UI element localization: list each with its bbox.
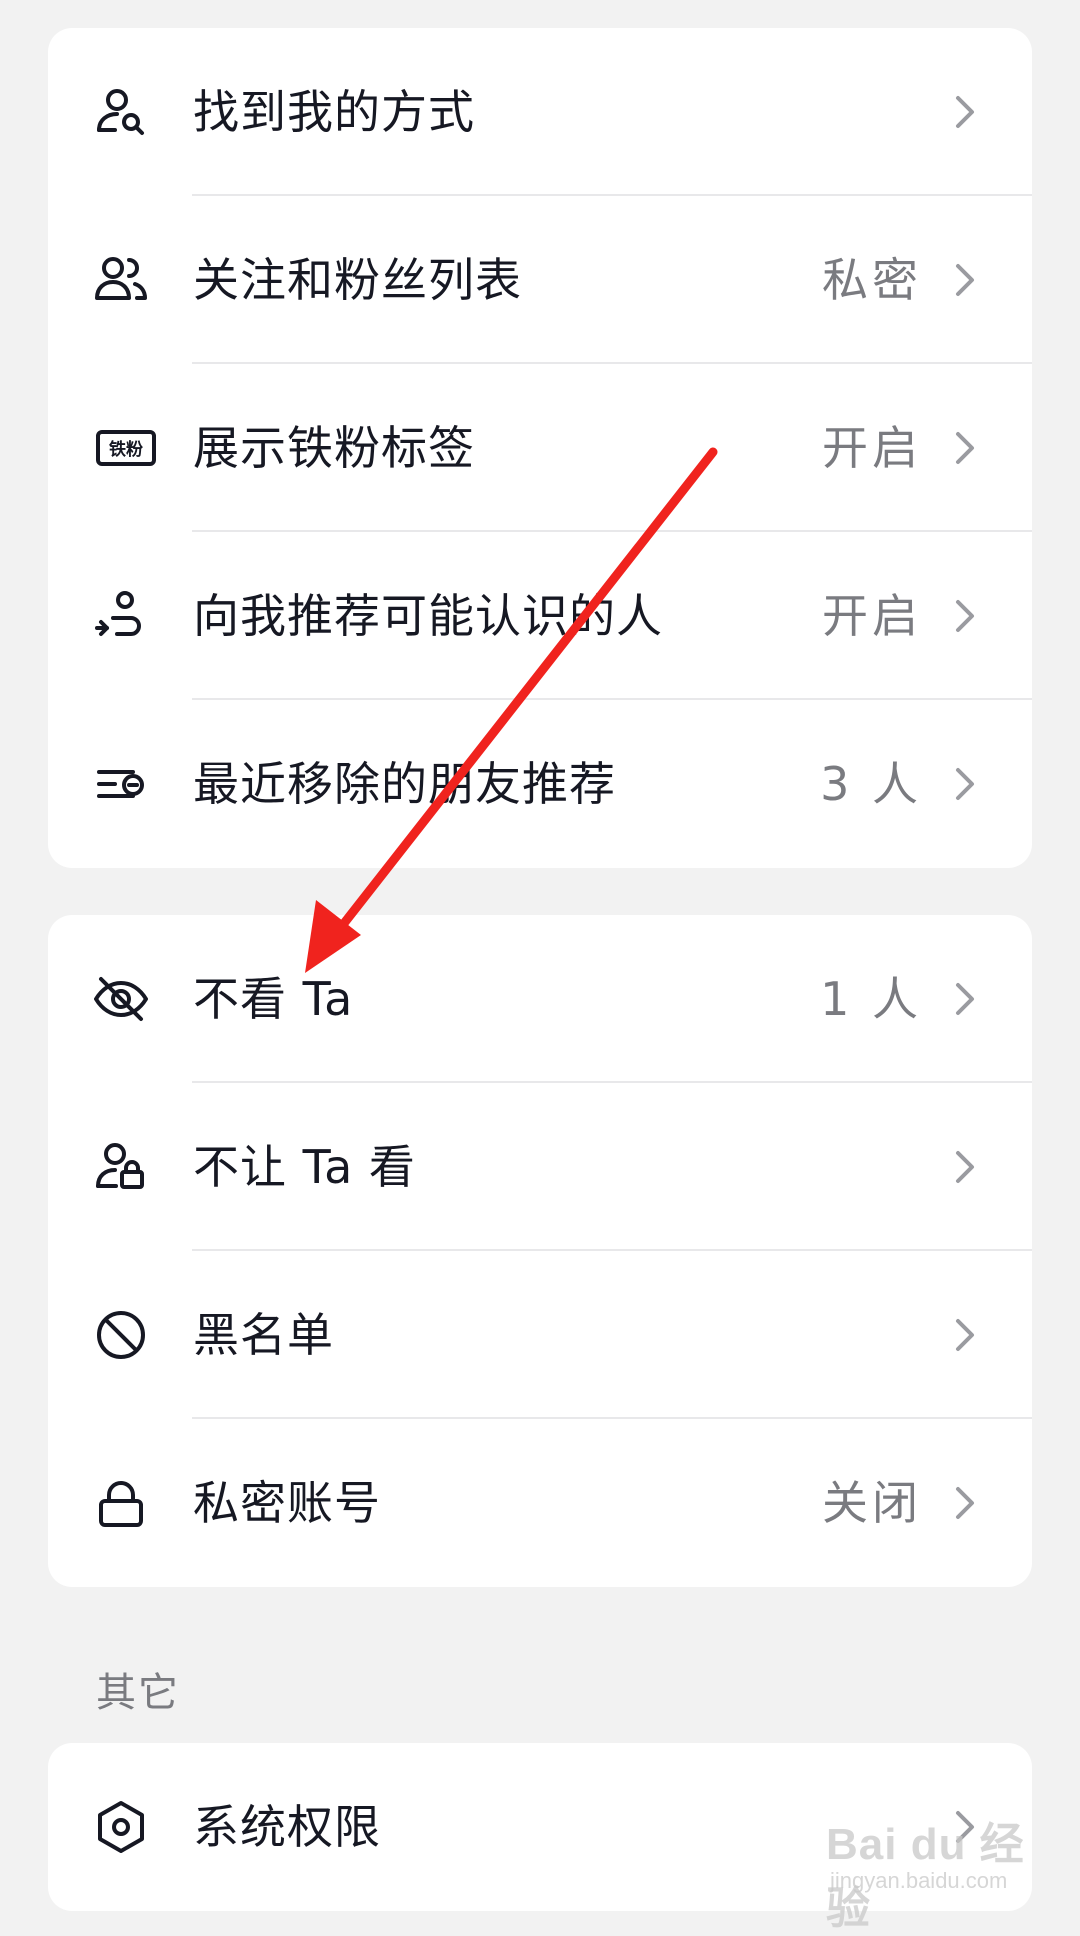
chevron-right-icon xyxy=(953,1317,977,1353)
row-label: 向我推荐可能认识的人 xyxy=(193,589,663,643)
chevron-right-icon xyxy=(953,1149,977,1185)
row-value: 1 人 xyxy=(820,972,922,1026)
row-label: 找到我的方式 xyxy=(193,85,475,139)
row-label: 系统权限 xyxy=(193,1800,381,1854)
fan-badge-icon: 铁粉 xyxy=(96,420,156,476)
row-label: 不让 Ta 看 xyxy=(193,1140,416,1194)
find-me-row[interactable]: 找到我的方式 xyxy=(48,28,1032,196)
chevron-right-icon xyxy=(953,94,977,130)
baidu-jingyan-watermark: Bai du 经验 jingyan.baidu.com xyxy=(826,1808,1056,1933)
section-title-other: 其它 xyxy=(96,1670,180,1716)
row-value: 私密 xyxy=(822,253,922,307)
privacy-card-1: 找到我的方式 关注和粉丝列表 私密 铁粉 展示铁粉标签 开启 向我推荐可能认识的… xyxy=(48,28,1032,868)
eye-off-icon xyxy=(93,971,149,1027)
follow-fans-list-row[interactable]: 关注和粉丝列表 私密 xyxy=(48,196,1032,364)
recommend-people-row[interactable]: 向我推荐可能认识的人 开启 xyxy=(48,532,1032,700)
blacklist-row[interactable]: 黑名单 xyxy=(48,1251,1032,1419)
row-label: 展示铁粉标签 xyxy=(193,421,475,475)
hide-my-posts-row[interactable]: 不让 Ta 看 xyxy=(48,1083,1032,1251)
chevron-right-icon xyxy=(953,262,977,298)
row-value: 3 人 xyxy=(820,757,922,811)
row-value: 开启 xyxy=(822,421,922,475)
row-value: 开启 xyxy=(822,589,922,643)
removed-list-icon xyxy=(93,756,149,812)
lock-icon xyxy=(93,1475,149,1531)
row-value: 关闭 xyxy=(822,1476,922,1530)
person-lock-icon xyxy=(93,1139,149,1195)
block-icon xyxy=(93,1307,149,1363)
hide-their-posts-row[interactable]: 不看 Ta 1 人 xyxy=(48,915,1032,1083)
people-icon xyxy=(93,252,149,308)
row-label: 最近移除的朋友推荐 xyxy=(193,757,616,811)
fan-badge-row[interactable]: 铁粉 展示铁粉标签 开启 xyxy=(48,364,1032,532)
chevron-right-icon xyxy=(953,981,977,1017)
recommend-path-icon xyxy=(93,588,149,644)
removed-recommendations-row[interactable]: 最近移除的朋友推荐 3 人 xyxy=(48,700,1032,868)
hexagon-settings-icon xyxy=(93,1799,149,1855)
row-label: 不看 Ta xyxy=(193,972,354,1026)
privacy-card-2: 不看 Ta 1 人 不让 Ta 看 黑名单 私密账号 关闭 xyxy=(48,915,1032,1587)
chevron-right-icon xyxy=(953,598,977,634)
row-label: 私密账号 xyxy=(193,1476,381,1530)
row-label: 关注和粉丝列表 xyxy=(193,253,522,307)
svg-text:铁粉: 铁粉 xyxy=(109,439,143,460)
chevron-right-icon xyxy=(953,430,977,466)
chevron-right-icon xyxy=(953,766,977,802)
private-account-row[interactable]: 私密账号 关闭 xyxy=(48,1419,1032,1587)
chevron-right-icon xyxy=(953,1485,977,1521)
watermark-sub: jingyan.baidu.com xyxy=(830,1868,1008,1893)
row-label: 黑名单 xyxy=(193,1308,334,1362)
person-search-icon xyxy=(93,84,149,140)
